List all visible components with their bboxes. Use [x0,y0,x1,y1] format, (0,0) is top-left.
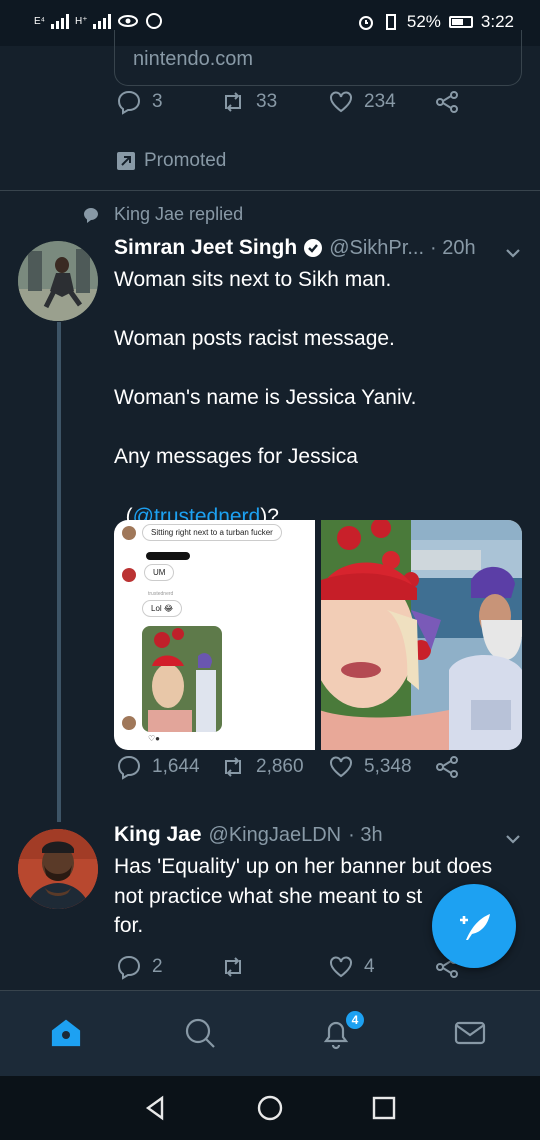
heart-icon [330,91,352,113]
link-domain: nintendo.com [133,48,254,70]
reply-icon [117,955,141,980]
retweet-button[interactable] [220,954,246,980]
chat-avatar-3 [122,716,136,730]
promoted-label: Promoted [144,150,227,171]
reply-count: 2 [152,956,163,977]
verified-badge-icon [304,239,323,257]
home-circle-icon[interactable] [256,1094,284,1122]
like-button[interactable]: 5,348 [328,754,412,780]
retweet-icon [225,957,241,977]
avatar-kingjae[interactable] [18,829,98,909]
tweet2-header: King Jae @KingJaeLDN · 3h [114,823,514,847]
author-handle[interactable]: @KingJaeLDN [209,824,342,847]
bottom-nav [0,990,540,1076]
chat-photo [142,626,222,732]
reaction-icon: ♡● [148,734,161,743]
reply-count: 1,644 [152,756,200,777]
reply-icon [117,90,141,115]
promoted-icon [117,152,135,170]
search-icon [185,1018,215,1048]
reply-icon [117,755,141,780]
tweet-time: · 3h [348,823,383,846]
reply-button[interactable]: 2 [116,954,163,980]
tweet2-line1: Has 'Equality' up on her banner but does [114,855,493,878]
author-name[interactable]: King Jae [114,823,202,847]
chevron-down-icon[interactable] [502,828,524,850]
mail-icon [454,1021,486,1045]
author-name[interactable]: Simran Jeet Singh [114,236,297,260]
share-button[interactable] [434,754,460,780]
whatsapp-icon [146,13,163,29]
alarm-icon [358,16,373,30]
tweet1-line3: Woman's name is Jessica Yaniv. [114,386,417,409]
feather-plus-icon [460,914,490,940]
retweet-count: 2,860 [256,756,304,777]
nav-messages[interactable] [452,1015,492,1055]
like-button[interactable]: 234 [328,89,396,115]
chat-avatar-2 [122,568,136,582]
battery-icon [448,16,473,28]
clock: 3:22 [480,12,514,31]
link-card[interactable]: nintendo.com [114,30,522,86]
tweet-divider [0,190,540,191]
retweet-button[interactable]: 33 [220,89,277,115]
chat-bubble-1: Sitting right next to a turban fucker [142,524,282,541]
chat-bubble-2: UM [144,564,175,581]
chat-bubble-3: Lol 😂 [142,600,183,617]
retweet-button[interactable]: 2,860 [220,754,304,780]
media-screenshot[interactable]: Sitting right next to a turban fucker UM… [114,520,315,750]
tweet1-line1: Woman sits next to Sikh man. [114,268,392,291]
like-count: 4 [364,956,375,977]
chat-avatar [122,526,136,540]
media-selfie[interactable] [321,520,522,750]
android-nav-bar [0,1076,540,1140]
nav-search[interactable] [182,1015,222,1055]
signal-icon-2 [93,13,112,29]
share-icon [436,756,458,778]
back-icon[interactable] [142,1094,170,1122]
carrier-label-1: E⁴ [34,15,45,27]
reply-button[interactable]: 1,644 [116,754,200,780]
author-handle[interactable]: @SikhPr... [329,237,424,260]
carrier-label-2: H⁺ [74,15,88,27]
like-button[interactable]: 4 [328,954,375,980]
vibrate-icon [385,14,396,30]
reply-count: 3 [152,91,163,112]
share-icon [436,91,458,113]
avatar-simran[interactable] [18,241,98,321]
heart-icon [330,956,352,978]
heart-icon [330,756,352,778]
promoted-row: Promoted [116,150,226,172]
notification-badge: 4 [344,1009,366,1031]
battery-percent: 52% [406,12,441,31]
like-count: 234 [364,91,396,112]
tweet-media[interactable]: Sitting right next to a turban fucker UM… [114,520,522,750]
retweet-icon [225,92,241,112]
retweet-icon [225,757,241,777]
speech-bubble-icon [84,207,98,223]
reply-button[interactable]: 3 [116,89,163,115]
tweet-time: · 20h [430,236,476,259]
signal-icon [50,13,69,29]
eye-icon [118,15,139,27]
reply-context-label: King Jae replied [114,204,244,224]
chevron-down-icon[interactable] [502,242,524,264]
reply-context[interactable]: King Jae replied [82,204,243,225]
tweet1-line4: Any messages for Jessica [114,445,358,468]
recents-icon[interactable] [370,1094,398,1122]
retweet-count: 33 [256,91,278,112]
like-count: 5,348 [364,756,412,777]
tweet1-line2: Woman posts racist message. [114,327,395,350]
tweet1-header: Simran Jeet Singh @SikhPr... · 20h [114,236,524,260]
chat-small-name: trustednerd [148,591,174,597]
share-button[interactable] [434,89,460,115]
redacted-bar [146,552,190,560]
home-icon [51,1019,81,1047]
thread-line [57,322,61,822]
compose-tweet-button[interactable] [432,884,516,968]
nav-home[interactable] [48,1015,88,1055]
